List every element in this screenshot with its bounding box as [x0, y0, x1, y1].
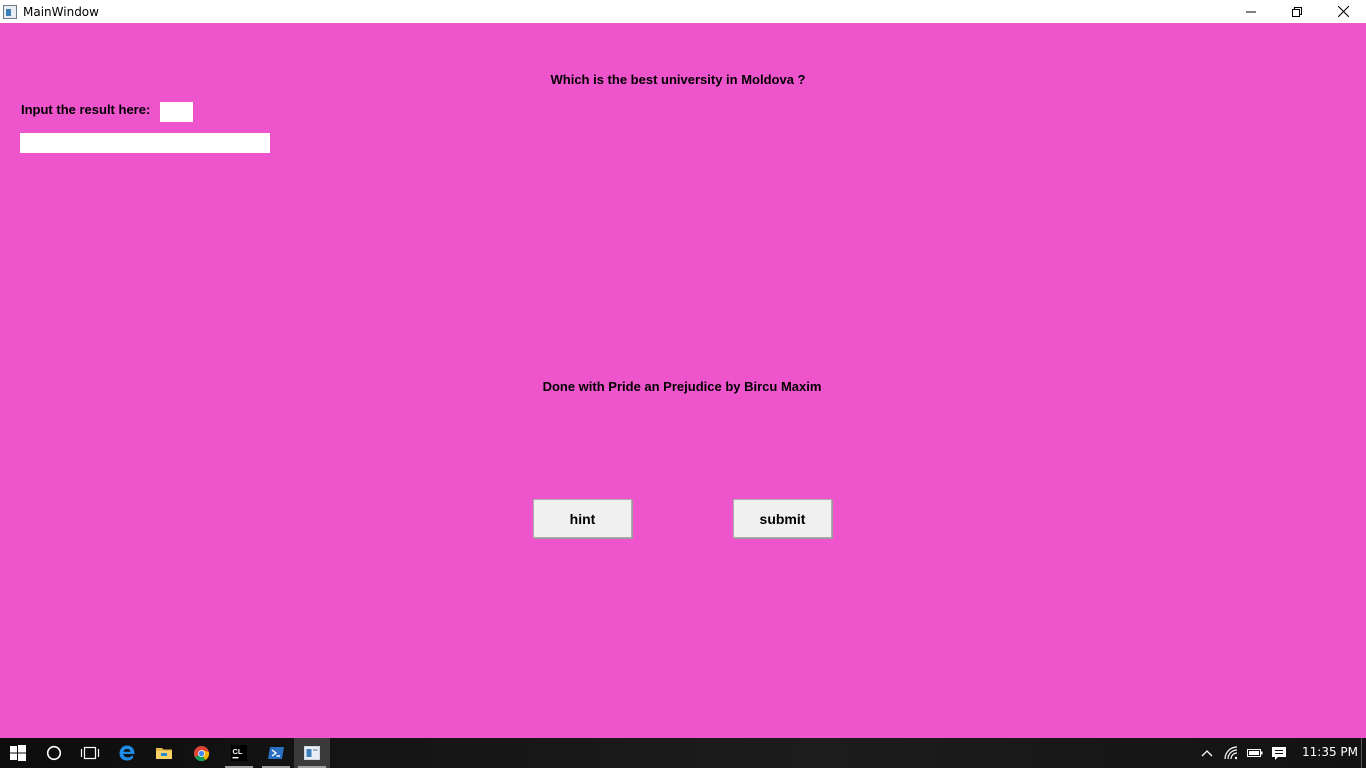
notification-icon — [1272, 746, 1286, 760]
powershell-icon — [268, 747, 284, 759]
edge-browser-icon — [119, 745, 135, 761]
task-view-button[interactable] — [72, 738, 108, 768]
show-hidden-icons-button[interactable] — [1199, 745, 1215, 761]
window-title: MainWindow — [23, 4, 99, 19]
restore-icon — [1292, 6, 1302, 17]
taskbar-clion[interactable]: CL — [221, 738, 257, 768]
credit-label: Done with Pride an Prejudice by Bircu Ma… — [542, 379, 822, 394]
clion-icon: CL — [231, 745, 247, 761]
input-result-label: Input the result here: — [21, 102, 151, 117]
question-label: Which is the best university in Moldova … — [550, 72, 806, 87]
taskbar-chrome[interactable] — [183, 738, 219, 768]
svg-text:CL: CL — [233, 747, 243, 756]
battery-icon — [1247, 749, 1263, 757]
windows-start-icon — [10, 745, 26, 761]
close-button[interactable] — [1320, 0, 1366, 23]
chevron-up-icon — [1201, 750, 1213, 757]
app-window-icon — [3, 4, 17, 19]
result-input[interactable] — [160, 102, 193, 122]
start-button[interactable] — [0, 738, 36, 768]
main-window-app-icon — [304, 746, 320, 760]
task-view-icon — [80, 746, 100, 760]
action-center-button[interactable] — [1271, 745, 1287, 761]
wifi-icon — [1224, 746, 1238, 760]
taskbar-main-window[interactable] — [294, 738, 330, 768]
battery-tray-button[interactable] — [1247, 745, 1263, 761]
window-controls — [1228, 0, 1366, 23]
chrome-browser-icon — [193, 745, 209, 761]
close-icon — [1337, 6, 1349, 17]
minimize-button[interactable] — [1228, 0, 1274, 23]
show-desktop-button[interactable] — [1361, 738, 1366, 768]
answer-field[interactable] — [20, 133, 270, 153]
restore-button[interactable] — [1274, 0, 1320, 23]
taskbar-edge[interactable] — [109, 738, 145, 768]
cortana-search-icon — [46, 745, 62, 761]
minimize-icon — [1246, 11, 1256, 12]
cortana-button[interactable] — [36, 738, 72, 768]
taskbar-file-explorer[interactable] — [146, 738, 182, 768]
taskbar-powershell[interactable] — [258, 738, 294, 768]
network-tray-button[interactable] — [1224, 745, 1240, 761]
title-bar: MainWindow — [0, 0, 1366, 23]
submit-button[interactable]: submit — [733, 499, 832, 538]
file-explorer-icon — [156, 748, 172, 759]
taskbar-clock[interactable]: 11:35 PM — [1302, 745, 1358, 759]
main-window-client: Which is the best university in Moldova … — [0, 23, 1366, 738]
hint-button[interactable]: hint — [533, 499, 632, 538]
taskbar: CL 11:35 PM — [0, 738, 1366, 768]
